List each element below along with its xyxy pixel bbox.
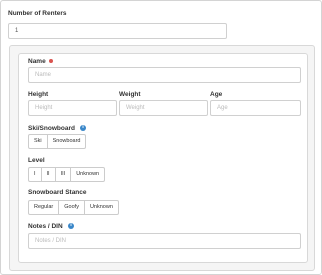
height-input[interactable]: Height xyxy=(28,100,117,116)
level-i-button[interactable]: I xyxy=(28,167,42,182)
snowboard-button[interactable]: Snowboard xyxy=(46,134,87,149)
age-input[interactable]: Age xyxy=(210,100,301,116)
height-label: Height xyxy=(28,91,49,98)
ski-snowboard-label: Ski/Snowboard xyxy=(28,125,75,132)
age-label: Age xyxy=(210,91,223,98)
renters-input[interactable]: 1 xyxy=(8,23,227,39)
renter-card xyxy=(18,53,308,263)
info-circle-icon[interactable]: i xyxy=(68,223,74,229)
info-circle-icon[interactable]: i xyxy=(80,125,86,131)
level-label: Level xyxy=(28,157,45,164)
notes-input[interactable]: Notes / DIN xyxy=(28,233,301,249)
stance-label: Snowboard Stance xyxy=(28,189,87,196)
renter-form: Number of Renters 1 Name Name Height Hei… xyxy=(0,0,322,275)
goofy-button[interactable]: Goofy xyxy=(58,200,85,215)
required-dot-icon xyxy=(49,59,53,63)
level-ii-button[interactable]: II xyxy=(40,167,56,182)
stance-toggle: Regular Goofy Unknown xyxy=(28,200,119,215)
level-unknown-button[interactable]: Unknown xyxy=(70,167,106,182)
name-input[interactable]: Name xyxy=(28,67,301,83)
stance-unknown-button[interactable]: Unknown xyxy=(83,200,119,215)
weight-label: Weight xyxy=(119,91,141,98)
name-label: Name xyxy=(28,58,46,65)
level-iii-button[interactable]: III xyxy=(54,167,72,182)
notes-label: Notes / DIN xyxy=(28,223,63,230)
ski-button[interactable]: Ski xyxy=(28,134,48,149)
regular-button[interactable]: Regular xyxy=(28,200,60,215)
level-toggle: I II III Unknown xyxy=(28,167,106,182)
renters-label: Number of Renters xyxy=(8,10,67,17)
weight-input[interactable]: Weight xyxy=(119,100,208,116)
ski-snowboard-toggle: Ski Snowboard xyxy=(28,134,87,149)
